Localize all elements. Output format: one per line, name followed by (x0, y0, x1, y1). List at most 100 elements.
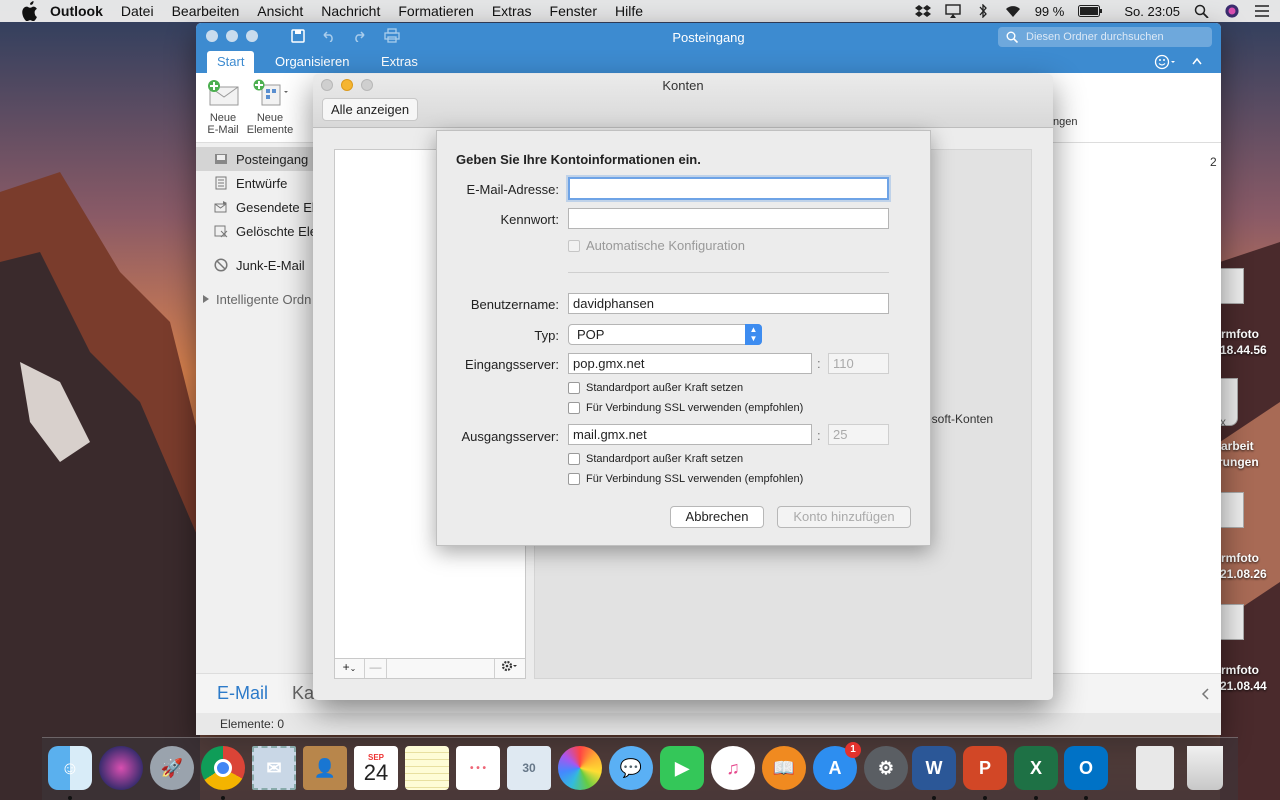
word-icon[interactable]: W (912, 746, 956, 790)
new-email-button[interactable]: Neue E-Mail (204, 79, 242, 136)
disclosure-triangle-icon[interactable] (202, 295, 210, 303)
collapse-ribbon-icon[interactable] (1192, 57, 1202, 65)
checkbox-label: Standardport außer Kraft setzen (586, 382, 744, 394)
reminders-icon[interactable]: • • • (456, 746, 500, 790)
username-field[interactable]: davidphansen (568, 293, 889, 314)
ibooks-icon[interactable]: 📖 (762, 746, 806, 790)
new-email-icon (208, 80, 239, 106)
new-email-line2: E-Mail (207, 124, 239, 136)
trash-icon[interactable] (1187, 746, 1223, 790)
itunes-icon[interactable]: ♫ (711, 746, 755, 790)
menu-item-extras[interactable]: Extras (492, 3, 532, 19)
outgoing-override-port-checkbox[interactable]: Standardport außer Kraft setzen (568, 453, 743, 465)
excel-icon[interactable]: X (1014, 746, 1058, 790)
incoming-ssl-checkbox[interactable]: Für Verbindung SSL verwenden (empfohlen) (568, 402, 803, 414)
dropbox-icon[interactable] (914, 4, 931, 18)
folder-sidebar: Posteingang Entwürfe Gesendete Ele Gelös… (196, 143, 316, 673)
nav-calendar[interactable]: Ka (292, 683, 314, 704)
outgoing-server-field[interactable]: mail.gmx.net (568, 424, 812, 445)
calendar-day: 24 (363, 759, 389, 785)
menu-item-fenster[interactable]: Fenster (550, 3, 597, 19)
toolbar-spacer (387, 659, 495, 678)
notes-icon[interactable] (405, 746, 449, 790)
ribbon-label-fragment: ngen (1053, 116, 1078, 128)
menu-app-name[interactable]: Outlook (50, 3, 103, 19)
menu-item-nachricht[interactable]: Nachricht (321, 3, 380, 19)
contacts-icon[interactable]: 👤 (303, 746, 347, 790)
new-items-line2: Elemente (246, 124, 294, 136)
incoming-port-field[interactable]: 110 (828, 353, 889, 374)
calendar-icon[interactable]: SEP 24 (354, 746, 398, 790)
menu-item-ansicht[interactable]: Ansicht (257, 3, 303, 19)
notification-center-icon[interactable] (1254, 4, 1270, 18)
auto-config-checkbox[interactable]: Automatische Konfiguration (568, 238, 745, 253)
folder-junk[interactable]: Junk-E-Mail (196, 253, 316, 277)
tab-extras[interactable]: Extras (371, 51, 428, 73)
remove-account-button[interactable]: — (365, 659, 387, 678)
desktop-file-label[interactable]: 21.08.26 (1220, 567, 1267, 581)
nav-email[interactable]: E-Mail (217, 683, 268, 704)
finder-icon[interactable]: ☺ (48, 746, 92, 790)
launchpad-icon[interactable]: 🚀 (150, 746, 194, 790)
mail-stamp-icon[interactable]: ✉ (252, 746, 296, 790)
photos-icon[interactable] (558, 746, 602, 790)
sent-icon (214, 201, 227, 213)
password-field[interactable] (568, 208, 889, 229)
account-type-select[interactable]: POP ▲ ▼ (568, 324, 762, 345)
bluetooth-icon[interactable] (975, 4, 991, 18)
apple-menu-icon[interactable] (20, 0, 38, 22)
chrome-icon[interactable] (201, 746, 245, 790)
siri-icon[interactable] (99, 746, 143, 790)
wifi-icon[interactable] (1005, 4, 1021, 18)
desktop-file-label[interactable]: arbeit (1221, 439, 1254, 453)
account-actions-button[interactable] (495, 659, 525, 678)
menu-item-bearbeiten[interactable]: Bearbeiten (172, 3, 240, 19)
battery-percent: 99 % (1034, 3, 1065, 19)
port-separator: : (817, 356, 821, 371)
desktop-file-label[interactable]: rungen (1218, 455, 1259, 469)
powerpoint-icon[interactable]: P (963, 746, 1007, 790)
desktop-file-label[interactable]: rmfoto (1221, 327, 1259, 341)
new-items-button[interactable]: Neue Elemente (246, 79, 294, 136)
battery-icon[interactable] (1078, 5, 1103, 17)
messages-icon[interactable]: 💬 (609, 746, 653, 790)
add-account-button[interactable]: Konto hinzufügen (777, 506, 911, 528)
outgoing-ssl-checkbox[interactable]: Für Verbindung SSL verwenden (empfohlen) (568, 473, 803, 485)
menu-item-datei[interactable]: Datei (121, 3, 154, 19)
menubar-clock[interactable]: So. 23:05 (1124, 4, 1180, 19)
desktop-file-label[interactable]: 21.08.44 (1220, 679, 1267, 693)
add-account-button[interactable]: +⌄ (335, 659, 365, 678)
tab-start[interactable]: Start (207, 51, 255, 73)
siri-icon[interactable] (1224, 4, 1240, 18)
desktop-file-label[interactable]: 18.44.56 (1220, 343, 1267, 357)
tab-organisieren[interactable]: Organisieren (265, 51, 359, 73)
feedback-smiley-icon[interactable] (1154, 54, 1176, 70)
facetime-icon[interactable]: ▶ (660, 746, 704, 790)
incoming-server-field[interactable]: pop.gmx.net (568, 353, 812, 374)
collapse-nav-icon[interactable] (1201, 688, 1209, 700)
folder-geloeschte[interactable]: Gelöschte Ele (196, 219, 316, 243)
folder-entwuerfe[interactable]: Entwürfe (196, 171, 316, 195)
airplay-icon[interactable] (945, 4, 961, 18)
email-field[interactable] (568, 177, 889, 200)
system-preferences-icon[interactable]: ⚙ (864, 746, 908, 790)
outlook-icon[interactable]: O (1064, 746, 1108, 790)
spotlight-search-icon[interactable] (1194, 4, 1210, 18)
folder-posteingang[interactable]: Posteingang (196, 147, 316, 171)
outgoing-port-field[interactable]: 25 (828, 424, 889, 445)
downloads-stack-icon[interactable] (1136, 746, 1174, 790)
folder-gesendete[interactable]: Gesendete Ele (196, 195, 316, 219)
incoming-override-port-checkbox[interactable]: Standardport außer Kraft setzen (568, 382, 743, 394)
checkbox-box (568, 382, 580, 394)
folder-smart-folders[interactable]: Intelligente Ordn (196, 287, 316, 311)
checkbox-box (568, 453, 580, 465)
folder-search-input[interactable]: Diesen Ordner durchsuchen (998, 27, 1212, 47)
app-store-icon[interactable]: A1 (813, 742, 861, 790)
desktop-file-label[interactable]: rmfoto (1221, 551, 1259, 565)
show-all-button[interactable]: Alle anzeigen (322, 98, 419, 121)
photo-booth-icon[interactable]: 30 (507, 746, 551, 790)
menu-item-formatieren[interactable]: Formatieren (398, 3, 473, 19)
desktop-file-label[interactable]: rmfoto (1221, 663, 1259, 677)
cancel-button[interactable]: Abbrechen (670, 506, 764, 528)
menu-item-hilfe[interactable]: Hilfe (615, 3, 643, 19)
